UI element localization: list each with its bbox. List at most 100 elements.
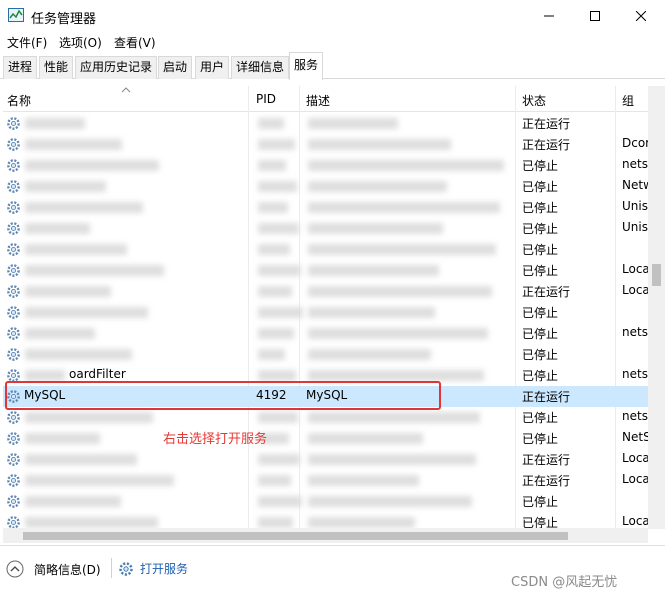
table-row[interactable]: 正在运行 — [3, 113, 648, 134]
highlight-box — [5, 381, 441, 410]
tab-app-history[interactable]: 应用历史记录 — [75, 56, 158, 79]
gear-icon — [7, 432, 20, 445]
table-row[interactable]: 正在运行 Loca — [3, 281, 648, 302]
column-header-name[interactable]: 名称 — [7, 92, 31, 109]
menu-options[interactable]: 选项(O) — [59, 34, 102, 51]
redacted-block — [258, 370, 296, 381]
table-row[interactable]: 已停止 NetS — [3, 428, 648, 449]
redacted-block — [258, 328, 294, 339]
tab-details[interactable]: 详细信息 — [231, 56, 290, 79]
redacted-block — [258, 118, 284, 129]
redacted-block — [308, 181, 447, 192]
service-group: Loca — [622, 514, 648, 528]
table-row[interactable]: 已停止 Loca — [3, 512, 648, 529]
tab-processes[interactable]: 进程 — [3, 56, 38, 79]
tab-users[interactable]: 用户 — [195, 56, 230, 79]
redacted-block — [25, 118, 85, 129]
gear-icon — [7, 516, 20, 529]
redacted-block — [258, 349, 285, 360]
minimize-button[interactable] — [526, 0, 572, 32]
redacted-block — [308, 328, 488, 339]
open-services-label: 打开服务 — [140, 562, 189, 576]
table-row[interactable]: 已停止 Unis — [3, 197, 648, 218]
maximize-button[interactable] — [572, 0, 618, 32]
service-status: 已停止 — [522, 180, 559, 194]
table-row[interactable]: 已停止 nets — [3, 323, 648, 344]
gear-icon — [7, 306, 20, 319]
scrollbar-thumb[interactable] — [23, 532, 568, 540]
service-group: nets — [622, 409, 648, 423]
task-manager-icon — [8, 8, 24, 22]
service-status: 已停止 — [522, 411, 559, 425]
service-status: 已停止 — [522, 201, 559, 215]
table-row[interactable]: 正在运行 Dcor — [3, 134, 648, 155]
redacted-block — [258, 496, 302, 507]
menu-file[interactable]: 文件(F) — [7, 34, 47, 51]
table-row[interactable]: 已停止 Netw — [3, 176, 648, 197]
redacted-block — [25, 286, 111, 297]
gear-icon — [7, 117, 20, 130]
close-button[interactable] — [618, 0, 664, 32]
service-status: 已停止 — [522, 432, 559, 446]
service-status: 已停止 — [522, 159, 559, 173]
service-group: Unis — [622, 220, 648, 234]
service-status: 已停止 — [522, 306, 559, 320]
redacted-block — [308, 202, 500, 213]
service-group: nets — [622, 325, 648, 339]
service-status: 正在运行 — [522, 474, 571, 488]
vertical-scrollbar[interactable] — [648, 86, 665, 529]
menu-bar: 文件(F) 选项(O) 查看(V) — [0, 32, 665, 52]
service-group: Loca — [622, 262, 648, 276]
horizontal-scrollbar[interactable] — [3, 528, 648, 543]
redacted-block — [258, 307, 303, 318]
column-header-group[interactable]: 组 — [622, 92, 634, 109]
sort-arrow-icon[interactable] — [121, 87, 131, 93]
chevron-up-icon — [6, 560, 24, 578]
column-header-pid[interactable]: PID — [256, 92, 276, 106]
gear-icon — [7, 453, 20, 466]
status-bar: 简略信息(D) 打开服务 CSDN @风起无忧 — [0, 545, 665, 595]
brief-info-label: 简略信息(D) — [34, 562, 101, 577]
menu-view[interactable]: 查看(V) — [114, 34, 156, 51]
table-row[interactable]: 正在运行 Loca — [3, 449, 648, 470]
tab-bar: 进程 性能 应用历史记录 启动 用户 详细信息 服务 — [0, 52, 665, 80]
service-status: 已停止 — [522, 516, 559, 529]
redacted-block — [258, 181, 297, 192]
column-header-description[interactable]: 描述 — [306, 92, 330, 109]
redacted-block — [258, 517, 293, 528]
table-row[interactable]: 已停止 — [3, 239, 648, 260]
table-row[interactable]: 已停止 Loca — [3, 260, 648, 281]
tab-startup[interactable]: 启动 — [158, 56, 193, 79]
redacted-block — [258, 454, 300, 465]
brief-info-button[interactable]: 简略信息(D) — [6, 560, 101, 578]
tab-performance[interactable]: 性能 — [39, 56, 74, 79]
column-header-status[interactable]: 状态 — [522, 92, 546, 109]
table-row[interactable]: 已停止 nets — [3, 407, 648, 428]
scrollbar-thumb[interactable] — [652, 264, 661, 286]
service-group: nets — [622, 157, 648, 171]
open-services-link[interactable]: 打开服务 — [118, 560, 188, 577]
redacted-block — [308, 223, 443, 234]
gear-icon — [119, 561, 133, 576]
services-table: 名称 PID 描述 状态 组 正在运行 正在运行 Dcor 已停止 nets 已停止 Net… — [3, 86, 648, 529]
table-row[interactable]: 已停止 — [3, 344, 648, 365]
service-group: Loca — [622, 451, 648, 465]
table-row[interactable]: 已停止 — [3, 302, 648, 323]
redacted-block — [25, 223, 90, 234]
redacted-block — [25, 370, 65, 381]
gear-icon — [7, 411, 20, 424]
service-status: 已停止 — [522, 369, 559, 383]
gear-icon — [7, 159, 20, 172]
table-row[interactable]: 已停止 Unis — [3, 218, 648, 239]
tab-services[interactable]: 服务 — [289, 52, 324, 80]
redacted-block — [308, 286, 492, 297]
redacted-block — [258, 265, 301, 276]
service-status: 已停止 — [522, 222, 559, 236]
maximize-icon — [590, 11, 600, 21]
table-row[interactable]: 正在运行 Loca — [3, 470, 648, 491]
minimize-icon — [544, 15, 554, 17]
redacted-block — [308, 349, 431, 360]
gear-icon — [7, 201, 20, 214]
table-row[interactable]: 已停止 nets — [3, 155, 648, 176]
table-row[interactable]: 已停止 — [3, 491, 648, 512]
